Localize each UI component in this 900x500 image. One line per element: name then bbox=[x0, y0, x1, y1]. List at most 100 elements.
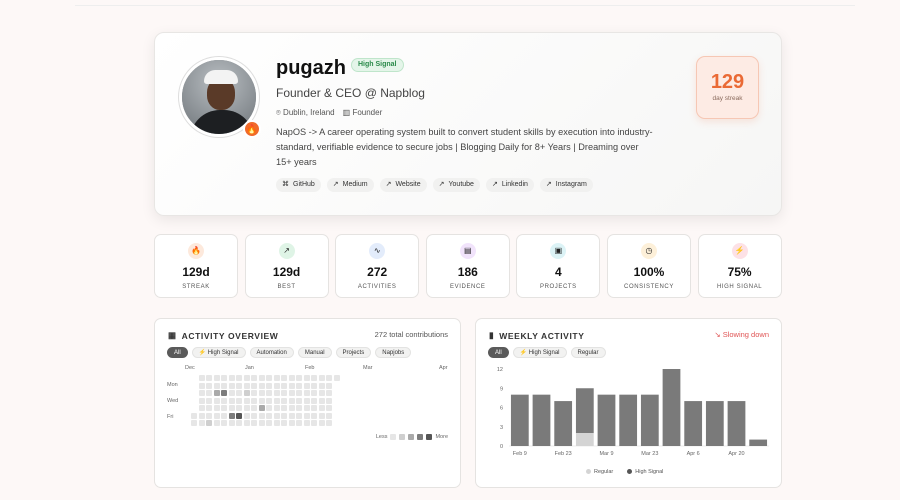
heatmap-cell[interactable] bbox=[333, 375, 340, 381]
heatmap-cell[interactable] bbox=[221, 390, 227, 396]
heatmap-cell[interactable] bbox=[198, 382, 205, 389]
heatmap-cell[interactable] bbox=[221, 375, 227, 381]
filter-chip[interactable]: ⚡ High Signal bbox=[191, 347, 246, 358]
heatmap-cell[interactable] bbox=[326, 405, 332, 411]
heatmap-cell[interactable] bbox=[243, 397, 250, 404]
heatmap-cell[interactable] bbox=[281, 390, 287, 396]
heatmap-cell[interactable] bbox=[326, 382, 332, 389]
heatmap-cell[interactable] bbox=[228, 405, 235, 411]
heatmap-cell[interactable] bbox=[273, 412, 280, 419]
heatmap-cell[interactable] bbox=[303, 375, 310, 381]
heatmap-cell[interactable] bbox=[326, 390, 332, 396]
heatmap-cell[interactable] bbox=[213, 397, 220, 404]
heatmap-cell[interactable] bbox=[206, 397, 212, 404]
heatmap-cell[interactable] bbox=[251, 420, 257, 426]
heatmap-cell[interactable] bbox=[296, 390, 302, 396]
link-linkedin[interactable]: ↗ Linkedin bbox=[485, 178, 534, 192]
heatmap-cell[interactable] bbox=[266, 412, 272, 419]
heatmap-cell[interactable] bbox=[236, 420, 242, 426]
heatmap-cell[interactable] bbox=[228, 375, 235, 381]
heatmap-cell[interactable] bbox=[258, 375, 265, 381]
heatmap-cell[interactable] bbox=[281, 375, 287, 381]
heatmap-cell[interactable] bbox=[266, 420, 272, 426]
heatmap-cell[interactable] bbox=[281, 382, 287, 389]
heatmap-cell[interactable] bbox=[243, 412, 250, 419]
heatmap-cell[interactable] bbox=[198, 412, 205, 419]
link-instagram[interactable]: ↗ Instagram bbox=[539, 178, 593, 192]
heatmap-cell[interactable] bbox=[281, 397, 287, 404]
heatmap-cell[interactable] bbox=[258, 382, 265, 389]
heatmap-cell[interactable] bbox=[326, 375, 332, 381]
heatmap-cell[interactable] bbox=[191, 420, 197, 426]
heatmap-cell[interactable] bbox=[318, 420, 325, 426]
heatmap-cell[interactable] bbox=[303, 397, 310, 404]
heatmap-cell[interactable] bbox=[213, 390, 220, 396]
heatmap-cell[interactable] bbox=[198, 405, 205, 411]
heatmap-cell[interactable] bbox=[206, 420, 212, 426]
heatmap-cell[interactable] bbox=[236, 375, 242, 381]
heatmap-cell[interactable] bbox=[318, 382, 325, 389]
heatmap-cell[interactable] bbox=[251, 405, 257, 411]
heatmap-cell[interactable] bbox=[221, 397, 227, 404]
bar-high-signal[interactable] bbox=[510, 394, 529, 446]
heatmap-cell[interactable] bbox=[213, 420, 220, 426]
heatmap-cell[interactable] bbox=[206, 390, 212, 396]
heatmap-cell[interactable] bbox=[288, 390, 295, 396]
heatmap-cell[interactable] bbox=[296, 405, 302, 411]
heatmap-cell[interactable] bbox=[311, 397, 317, 404]
heatmap-cell[interactable] bbox=[236, 405, 242, 411]
heatmap-cell[interactable] bbox=[281, 420, 287, 426]
heatmap-cell[interactable] bbox=[258, 405, 265, 411]
heatmap-cell[interactable] bbox=[213, 412, 220, 419]
heatmap-cell[interactable] bbox=[281, 412, 287, 419]
bar-high-signal[interactable] bbox=[684, 401, 703, 446]
heatmap-cell[interactable] bbox=[311, 382, 317, 389]
bar-regular[interactable] bbox=[575, 433, 594, 446]
heatmap-cell[interactable] bbox=[311, 405, 317, 411]
heatmap-cell[interactable] bbox=[251, 397, 257, 404]
heatmap-cell[interactable] bbox=[326, 412, 332, 419]
heatmap-cell[interactable] bbox=[296, 382, 302, 389]
heatmap-cell[interactable] bbox=[318, 390, 325, 396]
heatmap-cell[interactable] bbox=[288, 397, 295, 404]
heatmap-cell[interactable] bbox=[191, 412, 197, 419]
heatmap-cell[interactable] bbox=[258, 420, 265, 426]
heatmap-cell[interactable] bbox=[251, 390, 257, 396]
heatmap-cell[interactable] bbox=[303, 412, 310, 419]
bar-high-signal[interactable] bbox=[727, 401, 746, 446]
bar-high-signal[interactable] bbox=[662, 369, 681, 446]
heatmap-cell[interactable] bbox=[311, 390, 317, 396]
heatmap-cell[interactable] bbox=[258, 390, 265, 396]
link-github[interactable]: ⌘ GitHub bbox=[276, 178, 321, 192]
heatmap-cell[interactable] bbox=[206, 412, 212, 419]
heatmap-cell[interactable] bbox=[296, 375, 302, 381]
heatmap-cell[interactable] bbox=[198, 375, 205, 381]
heatmap-cell[interactable] bbox=[228, 412, 235, 419]
heatmap-cell[interactable] bbox=[273, 375, 280, 381]
heatmap-cell[interactable] bbox=[303, 390, 310, 396]
filter-chip[interactable]: Napjobs bbox=[375, 347, 412, 358]
heatmap-cell[interactable] bbox=[251, 375, 257, 381]
heatmap-cell[interactable] bbox=[221, 382, 227, 389]
heatmap-cell[interactable] bbox=[311, 420, 317, 426]
heatmap-cell[interactable] bbox=[296, 412, 302, 419]
heatmap-cell[interactable] bbox=[318, 375, 325, 381]
heatmap-cell[interactable] bbox=[198, 390, 205, 396]
heatmap-cell[interactable] bbox=[266, 397, 272, 404]
filter-chip[interactable]: Projects bbox=[335, 347, 372, 358]
heatmap-cell[interactable] bbox=[266, 405, 272, 411]
heatmap-cell[interactable] bbox=[228, 382, 235, 389]
heatmap-cell[interactable] bbox=[296, 420, 302, 426]
heatmap-cell[interactable] bbox=[273, 397, 280, 404]
heatmap-cell[interactable] bbox=[236, 397, 242, 404]
heatmap-cell[interactable] bbox=[266, 382, 272, 389]
heatmap-cell[interactable] bbox=[236, 390, 242, 396]
heatmap-cell[interactable] bbox=[303, 382, 310, 389]
bar-high-signal[interactable] bbox=[749, 439, 768, 446]
heatmap-cell[interactable] bbox=[288, 420, 295, 426]
heatmap-cell[interactable] bbox=[311, 375, 317, 381]
heatmap-cell[interactable] bbox=[198, 420, 205, 426]
bar-high-signal[interactable] bbox=[597, 394, 616, 446]
heatmap-cell[interactable] bbox=[266, 390, 272, 396]
heatmap-cell[interactable] bbox=[198, 397, 205, 404]
